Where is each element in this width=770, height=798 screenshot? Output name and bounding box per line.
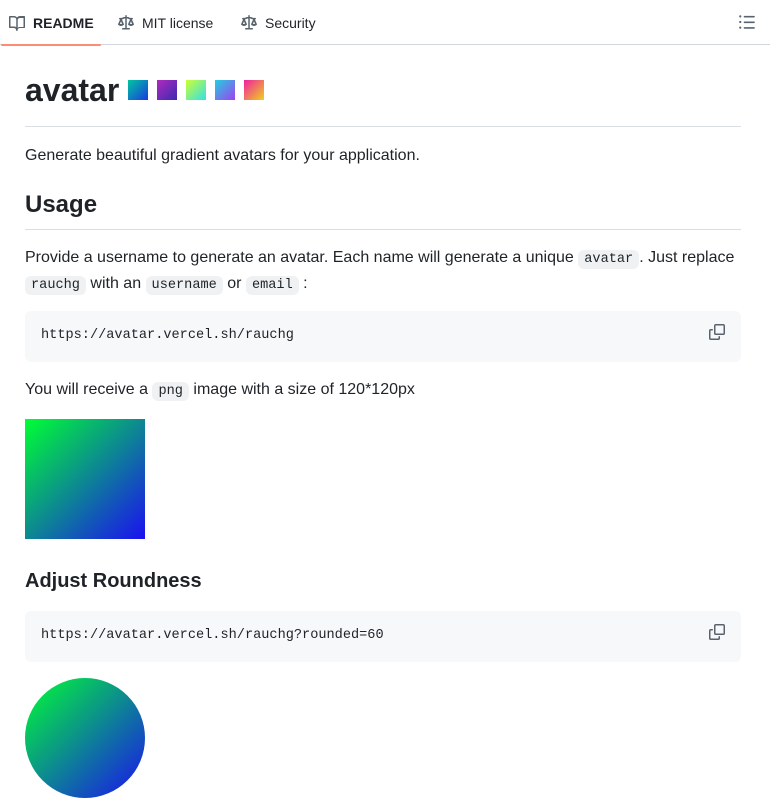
readme-title-row: avatar	[25, 45, 741, 127]
tab-security[interactable]: Security	[241, 0, 316, 45]
receive-paragraph: You will receive a png image with a size…	[25, 378, 415, 404]
text-run: image with a size of 120*120px	[188, 381, 415, 398]
avatar-image-square	[25, 419, 145, 539]
text-run: or	[222, 275, 246, 292]
inline-code: rauchg	[25, 276, 86, 295]
tab-security-label: Security	[265, 14, 316, 31]
readme-content: avatar Generate beautiful gradient avata…	[25, 45, 741, 798]
usage-paragraph: Provide a username to generate an avatar…	[25, 246, 741, 298]
tab-license[interactable]: MIT license	[118, 0, 213, 45]
readme-tab-bar: README MIT license Security	[0, 0, 770, 46]
text-run: with an	[85, 275, 146, 292]
avatar-badge	[244, 79, 265, 100]
tab-license-label: MIT license	[142, 14, 214, 31]
avatar-badge	[128, 79, 149, 100]
text-run: You will receive a	[25, 381, 153, 398]
text-run: :	[298, 275, 308, 292]
inline-code: username	[145, 276, 223, 295]
tab-readme[interactable]: README	[1, 0, 101, 46]
page-title: avatar	[25, 71, 120, 108]
inline-code: png	[152, 382, 189, 401]
code-block: https://avatar.vercel.sh/rauchg?rounded=…	[25, 611, 741, 662]
book-icon	[9, 15, 25, 31]
inline-code: avatar	[578, 250, 640, 269]
inline-code: email	[245, 276, 299, 295]
usage-heading: Usage	[25, 191, 741, 230]
code-url: https://avatar.vercel.sh/rauchg?rounded=…	[41, 628, 384, 643]
roundness-heading: Adjust Roundness	[25, 570, 202, 592]
code-url: https://avatar.vercel.sh/rauchg	[41, 328, 294, 343]
text-run: Provide a username to generate an avatar…	[25, 249, 579, 266]
tab-readme-label: README	[33, 14, 94, 31]
text-run: . Just replace	[639, 249, 735, 266]
avatar-badge	[215, 79, 236, 100]
avatar-badge	[157, 79, 178, 100]
intro-paragraph: Generate beautiful gradient avatars for …	[25, 147, 420, 164]
outline-list-icon[interactable]	[738, 13, 756, 31]
avatar-badge	[186, 79, 207, 100]
scale-icon	[118, 14, 134, 31]
copy-icon[interactable]	[709, 324, 725, 340]
avatar-image-rounded	[25, 678, 145, 798]
scale-icon	[241, 14, 257, 31]
copy-icon[interactable]	[709, 624, 725, 640]
code-block: https://avatar.vercel.sh/rauchg	[25, 311, 741, 362]
